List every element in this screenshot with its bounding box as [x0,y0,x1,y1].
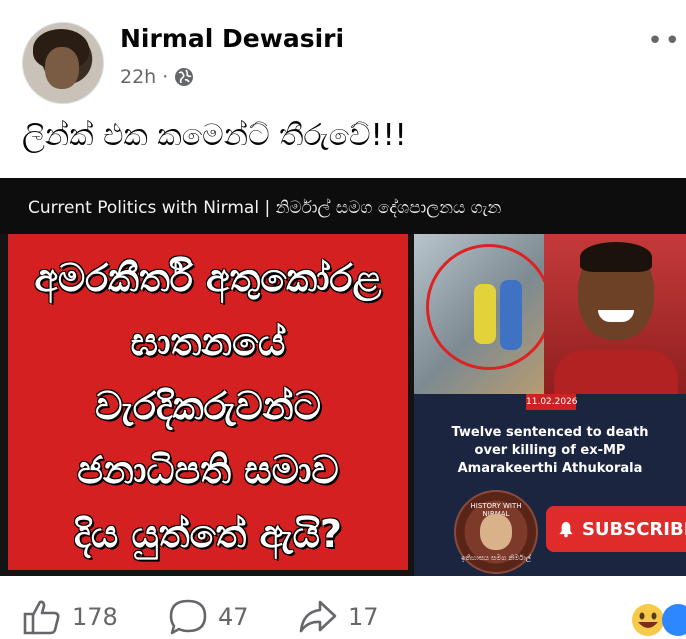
badge-bottom-text: ඉතිහාසය සමග නිර්මාල් [460,554,532,562]
headline-box: අමරකීර්ති අතුකෝරළ ඝාතනයේ වැරදිකරුවන්ට ජන… [8,234,408,570]
share-icon [299,600,337,633]
globe-icon [175,68,194,86]
channel-logo: HISTORY WITH NIRMAL ඉතිහාසය සමග නිර්මාල් [454,490,538,574]
post-image[interactable]: Current Politics with Nirmal | නිර්මාල් … [0,178,686,576]
caption-line: Twelve sentenced to death [451,425,649,440]
post-text: ලින්ක් එක කමෙන්ට් තීරුවේ!!! [22,118,407,153]
portrait-shirt [554,350,678,394]
subscribe-label: SUBSCRIBE [581,518,686,540]
meta-separator: · [162,66,169,88]
banner-text: Current Politics with Nirmal | නිර්මාල් … [28,198,502,218]
portrait-hair [580,242,652,272]
comment-icon [169,599,207,635]
badge-face [480,514,512,550]
caption-line: over killing of ex-MP [474,443,626,458]
more-options-icon[interactable]: •• [647,26,682,56]
date-tag: 11.02.2026 [526,394,578,410]
post-actions: 178 47 17 [0,594,686,639]
comment-button[interactable]: 47 [168,598,249,636]
avatar-face [45,47,79,89]
reaction-emoji-icon[interactable] [630,602,686,638]
bell-icon [559,521,573,538]
author-avatar[interactable] [22,22,104,104]
caption-line: Amarakeerthi Athukorala [457,461,643,476]
thumbs-up-icon [23,600,60,635]
highlight-circle [426,244,552,370]
headline-line: වැරදිකරුවන්ට [95,384,321,428]
headline-line: ඝාතනයේ [130,320,286,364]
headline-line: අමරකීර්ති අතුකෝරළ [34,256,382,300]
like-button[interactable]: 178 [22,598,118,636]
share-count: 17 [348,603,379,631]
post-time[interactable]: 22h [120,66,156,88]
comment-count: 47 [218,603,249,631]
like-count: 178 [72,603,118,631]
news-caption: Twelve sentenced to death over killing o… [414,424,686,478]
image-banner: Current Politics with Nirmal | නිර්මාල් … [0,178,686,234]
author-name[interactable]: Nirmal Dewasiri [120,24,344,53]
post-meta: 22h · [120,66,194,88]
headline-line: ජනාධිපති සමාව [77,448,339,492]
headline-line: දිය යුත්තේ ඇයි? [74,512,342,556]
post-header: Nirmal Dewasiri 22h · •• [0,0,686,110]
politician-portrait [544,234,686,394]
subscribe-button: SUBSCRIBE [546,506,686,552]
share-button[interactable]: 17 [298,598,379,636]
